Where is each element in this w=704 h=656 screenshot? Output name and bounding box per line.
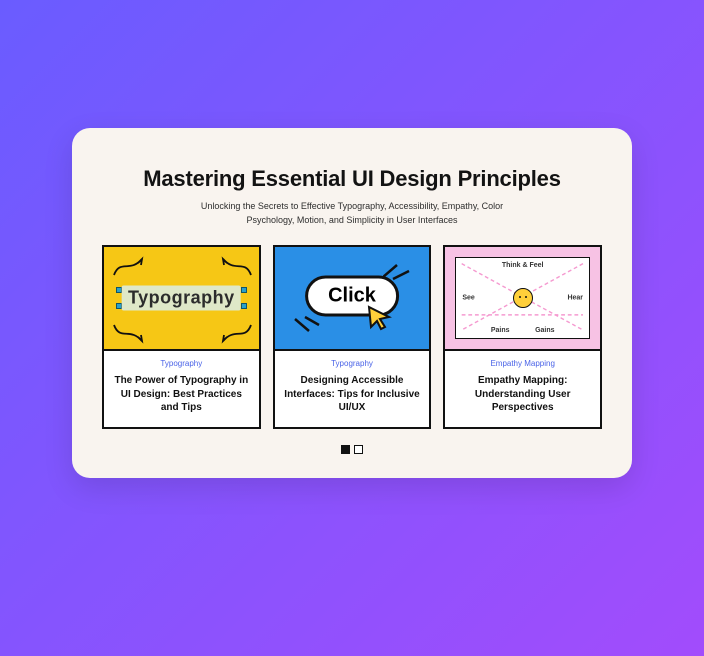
card-illustration-empathy: Think & Feel See Hear Pains Gains [445,247,600,351]
card-category-label: Typography [112,359,251,368]
card-illustration-typography: Typography [104,247,259,351]
page-subtitle: Unlocking the Secrets to Effective Typog… [182,200,522,227]
card-title-text: The Power of Typography in UI Design: Be… [112,374,251,415]
empathy-label-pains: Pains [491,327,510,334]
card-typography[interactable]: Typography Typography The Power of Typog… [102,245,261,429]
card-category-label: Empathy Mapping [453,359,592,368]
empathy-label-think: Think & Feel [502,262,544,269]
card-title-text: Empathy Mapping: Understanding User Pers… [453,374,592,415]
card-category-label: Typography [283,359,422,368]
page-title: Mastering Essential UI Design Principles [102,166,602,192]
pager-dot-1[interactable] [341,445,350,454]
empathy-label-gains: Gains [535,327,554,334]
cursor-icon [365,303,393,331]
empathy-label-hear: Hear [567,295,583,302]
content-panel: Mastering Essential UI Design Principles… [72,128,632,478]
card-carousel: Typography Typography The Power of Typog… [102,245,602,429]
card-title-text: Designing Accessible Interfaces: Tips fo… [283,374,422,415]
typography-badge: Typography [122,286,241,311]
card-empathy[interactable]: Think & Feel See Hear Pains Gains Empath… [443,245,602,429]
carousel-pager [102,445,602,454]
card-accessibility[interactable]: Click Typography Designing Accessible In… [273,245,432,429]
card-illustration-click: Click [275,247,430,351]
pager-dot-2[interactable] [354,445,363,454]
empathy-label-see: See [462,295,474,302]
face-icon [513,288,533,308]
